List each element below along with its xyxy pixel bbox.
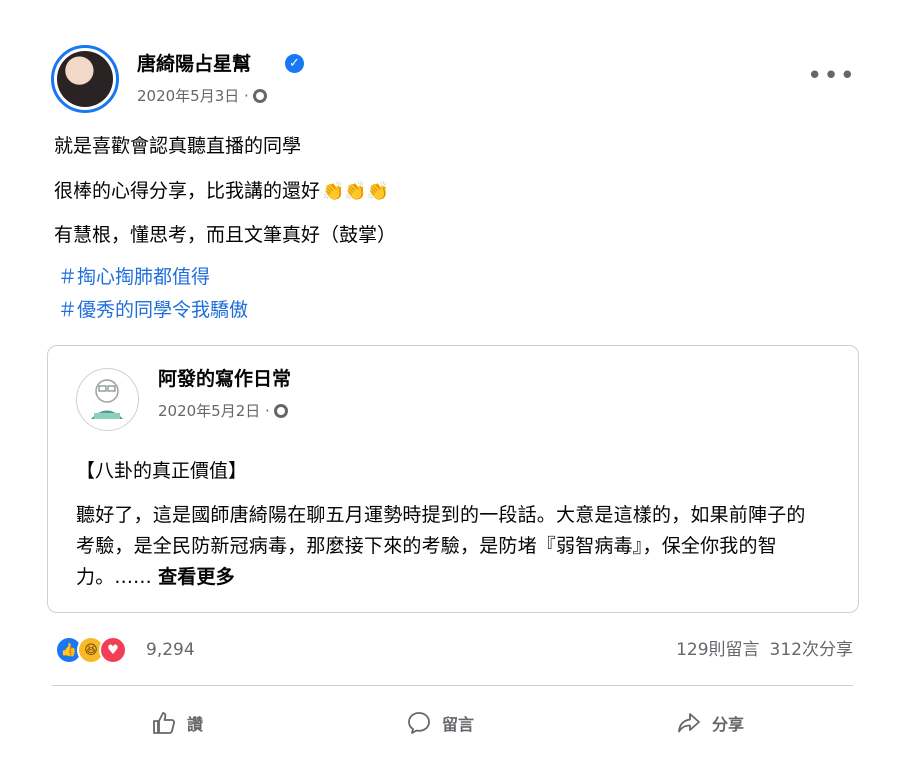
comment-button-label: 留言 [442, 715, 475, 734]
shared-post-body: 聽好了，這是國師唐綺陽在聊五月運勢時提到的一段話。大意是這樣的，如果前陣子的考驗… [76, 500, 816, 593]
divider [52, 685, 853, 686]
globe-icon [273, 404, 288, 418]
reaction-icons[interactable]: 👍 😆 ♥ [55, 636, 127, 664]
verified-badge-icon: ✓ [285, 54, 304, 73]
like-button[interactable]: 讚 [151, 705, 203, 741]
shared-post-meta: 2020年5月2日 · [158, 401, 288, 421]
shared-author-name[interactable]: 阿發的寫作日常 [158, 367, 291, 391]
share-button[interactable]: 分享 [676, 705, 744, 741]
share-count[interactable]: 312次分享 [770, 639, 853, 661]
thumbs-up-icon [153, 712, 176, 734]
post-line-3: 有慧根，懂思考，而且文筆真好（鼓掌） [54, 224, 397, 246]
author-name[interactable]: 唐綺陽占星幫 [137, 52, 251, 76]
engagement-stats: 129則留言 312次分享 [676, 639, 853, 661]
hashtag-link-2[interactable]: ＃優秀的同學令我驕傲 [58, 298, 248, 322]
shared-author-avatar[interactable] [76, 368, 139, 431]
author-avatar[interactable] [51, 45, 119, 113]
reaction-count[interactable]: 9,294 [146, 639, 195, 661]
globe-icon [252, 89, 267, 103]
post-date[interactable]: 2020年5月3日 · [137, 86, 249, 106]
post-line-1: 就是喜歡會認真聽直播的同學 [54, 135, 302, 157]
shared-post-date[interactable]: 2020年5月2日 · [158, 401, 270, 421]
post-line-2-text: 很棒的心得分享，比我講的還好 [54, 180, 321, 202]
avatar-photo [57, 51, 113, 107]
comment-bubble-icon [408, 712, 430, 734]
see-more-link[interactable]: 查看更多 [158, 566, 235, 588]
shared-avatar-illustration [91, 379, 123, 419]
share-button-label: 分享 [712, 715, 745, 734]
post-meta: 2020年5月3日 · [137, 86, 267, 106]
comment-button[interactable]: 留言 [406, 705, 474, 741]
like-button-label: 讚 [187, 715, 204, 734]
hashtag-link-1[interactable]: ＃掏心掏肺都值得 [58, 265, 210, 289]
post-line-2: 很棒的心得分享，比我講的還好 👏👏👏 [54, 178, 389, 205]
clapping-hands-icon: 👏👏👏 [322, 181, 390, 202]
shared-post-title: 【八卦的真正價值】 [76, 460, 248, 482]
more-options-button[interactable]: ••• [807, 63, 856, 89]
love-reaction-icon: ♥ [99, 636, 127, 664]
comment-count[interactable]: 129則留言 [676, 639, 759, 661]
share-arrow-icon [678, 713, 700, 733]
